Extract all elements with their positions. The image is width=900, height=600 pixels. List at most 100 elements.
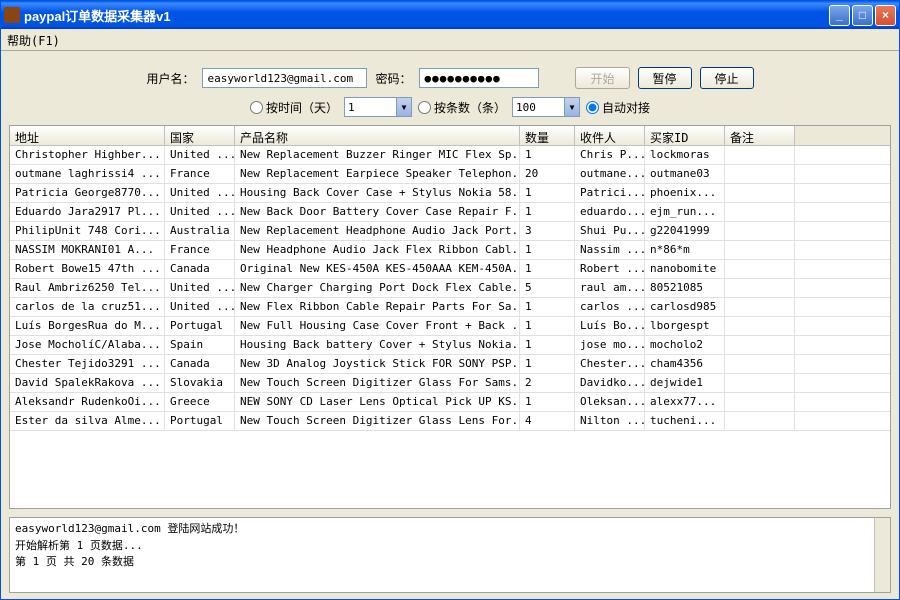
table-row[interactable]: Aleksandr RudenkoOi...GreeceNEW SONY CD … bbox=[10, 393, 890, 412]
table-cell: Ester da silva Alme... bbox=[10, 412, 165, 430]
table-row[interactable]: Patricia George8770...United ...Housing … bbox=[10, 184, 890, 203]
pause-button[interactable]: 暂停 bbox=[638, 67, 692, 89]
table-cell: dejwide1 bbox=[645, 374, 725, 392]
scrollbar[interactable] bbox=[874, 518, 890, 592]
table-cell: 1 bbox=[520, 184, 575, 202]
log-panel: easyworld123@gmail.com 登陆网站成功！ 开始解析第 1 页… bbox=[9, 517, 891, 593]
table-cell bbox=[725, 393, 795, 411]
table-cell bbox=[725, 241, 795, 259]
table-cell bbox=[725, 203, 795, 221]
table-cell: raul am... bbox=[575, 279, 645, 297]
table-row[interactable]: Chester Tejido3291 ...CanadaNew 3D Analo… bbox=[10, 355, 890, 374]
table-row[interactable]: Raul Ambriz6250 Tel...United ...New Char… bbox=[10, 279, 890, 298]
table-cell: France bbox=[165, 241, 235, 259]
table-body: Christopher Highber...United ...New Repl… bbox=[10, 146, 890, 508]
username-input[interactable] bbox=[202, 68, 367, 88]
table-cell: 1 bbox=[520, 146, 575, 164]
table-cell bbox=[725, 222, 795, 240]
maximize-button[interactable]: □ bbox=[852, 5, 873, 26]
content-area: 用户名： 密码： ●●●●●●●●●● 开始 暂停 停止 按时间（天） 1▼ 按… bbox=[1, 51, 899, 599]
column-header[interactable]: 国家 bbox=[165, 126, 235, 145]
table-cell: New 3D Analog Joystick Stick FOR SONY PS… bbox=[235, 355, 520, 373]
menu-help[interactable]: 帮助(F1) bbox=[7, 34, 60, 48]
table-cell: eduardo... bbox=[575, 203, 645, 221]
column-header[interactable]: 收件人 bbox=[575, 126, 645, 145]
column-header[interactable]: 地址 bbox=[10, 126, 165, 145]
table-row[interactable]: Christopher Highber...United ...New Repl… bbox=[10, 146, 890, 165]
time-select[interactable]: 1▼ bbox=[344, 97, 412, 117]
auto-radio[interactable]: 自动对接 bbox=[586, 99, 650, 116]
table-cell: carlos ... bbox=[575, 298, 645, 316]
stop-button[interactable]: 停止 bbox=[700, 67, 754, 89]
table-cell: n*86*m bbox=[645, 241, 725, 259]
table-cell: 1 bbox=[520, 260, 575, 278]
column-header[interactable]: 数量 bbox=[520, 126, 575, 145]
table-cell bbox=[725, 260, 795, 278]
column-header[interactable]: 备注 bbox=[725, 126, 795, 145]
table-cell: phoenix... bbox=[645, 184, 725, 202]
table-row[interactable]: Eduardo Jara2917 Pl...United ...New Back… bbox=[10, 203, 890, 222]
table-row[interactable]: Jose MocholíC/Alaba...SpainHousing Back … bbox=[10, 336, 890, 355]
table-cell: Patricia George8770... bbox=[10, 184, 165, 202]
table-header: 地址国家产品名称数量收件人买家ID备注 bbox=[10, 126, 890, 146]
table-cell: New Charger Charging Port Dock Flex Cabl… bbox=[235, 279, 520, 297]
minimize-button[interactable]: _ bbox=[829, 5, 850, 26]
by-time-radio[interactable]: 按时间（天） bbox=[250, 99, 338, 116]
table-row[interactable]: Ester da silva Alme...PortugalNew Touch … bbox=[10, 412, 890, 431]
by-count-radio[interactable]: 按条数（条） bbox=[418, 99, 506, 116]
table-cell bbox=[725, 279, 795, 297]
table-cell: Chester Tejido3291 ... bbox=[10, 355, 165, 373]
table-cell: Nilton ... bbox=[575, 412, 645, 430]
table-cell: Shui Pu... bbox=[575, 222, 645, 240]
table-cell: 1 bbox=[520, 393, 575, 411]
table-cell: tucheni... bbox=[645, 412, 725, 430]
table-cell: Australia bbox=[165, 222, 235, 240]
table-cell: alexx77... bbox=[645, 393, 725, 411]
count-select[interactable]: 100▼ bbox=[512, 97, 580, 117]
table-cell: New Replacement Headphone Audio Jack Por… bbox=[235, 222, 520, 240]
table-row[interactable]: David SpalekRakova ...SlovakiaNew Touch … bbox=[10, 374, 890, 393]
table-cell: 5 bbox=[520, 279, 575, 297]
table-cell: cham4356 bbox=[645, 355, 725, 373]
table-row[interactable]: carlos de la cruz51...United ...New Flex… bbox=[10, 298, 890, 317]
app-window: paypal订单数据采集器v1 _ □ × 帮助(F1) 用户名： 密码： ●●… bbox=[0, 0, 900, 600]
table-cell: PhilipUnit 748 Cori... bbox=[10, 222, 165, 240]
log-line: 第 1 页 共 20 条数据 bbox=[15, 554, 874, 571]
menubar: 帮助(F1) bbox=[1, 29, 899, 51]
table-cell: NASSIM MOKRANI01 A... bbox=[10, 241, 165, 259]
table-cell: Luís Bo... bbox=[575, 317, 645, 335]
table-cell: 1 bbox=[520, 203, 575, 221]
table-row[interactable]: outmane laghrissi4 ...FranceNew Replacem… bbox=[10, 165, 890, 184]
data-table: 地址国家产品名称数量收件人买家ID备注 Christopher Highber.… bbox=[9, 125, 891, 509]
chevron-down-icon: ▼ bbox=[396, 98, 411, 116]
window-buttons: _ □ × bbox=[829, 5, 896, 26]
close-button[interactable]: × bbox=[875, 5, 896, 26]
table-cell: Aleksandr RudenkoOi... bbox=[10, 393, 165, 411]
table-cell bbox=[725, 146, 795, 164]
table-cell: mocholo2 bbox=[645, 336, 725, 354]
table-cell: United ... bbox=[165, 184, 235, 202]
table-cell: Raul Ambriz6250 Tel... bbox=[10, 279, 165, 297]
table-cell: outmane... bbox=[575, 165, 645, 183]
column-header[interactable]: 产品名称 bbox=[235, 126, 520, 145]
table-cell: Nassim ... bbox=[575, 241, 645, 259]
table-cell: 2 bbox=[520, 374, 575, 392]
log-line: 开始解析第 1 页数据... bbox=[15, 538, 874, 555]
titlebar: paypal订单数据采集器v1 _ □ × bbox=[1, 1, 899, 29]
table-cell: carlos de la cruz51... bbox=[10, 298, 165, 316]
table-cell: New Full Housing Case Cover Front + Back… bbox=[235, 317, 520, 335]
table-row[interactable]: NASSIM MOKRANI01 A...FranceNew Headphone… bbox=[10, 241, 890, 260]
table-cell: Canada bbox=[165, 260, 235, 278]
table-cell: New Touch Screen Digitizer Glass Lens Fo… bbox=[235, 412, 520, 430]
table-cell: Original New KES-450A KES-450AAA KEM-450… bbox=[235, 260, 520, 278]
table-row[interactable]: PhilipUnit 748 Cori...AustraliaNew Repla… bbox=[10, 222, 890, 241]
table-cell: Patrici... bbox=[575, 184, 645, 202]
table-cell: lockmoras bbox=[645, 146, 725, 164]
table-cell: 3 bbox=[520, 222, 575, 240]
password-input[interactable]: ●●●●●●●●●● bbox=[419, 68, 539, 88]
column-header[interactable]: 买家ID bbox=[645, 126, 725, 145]
table-row[interactable]: Robert Bowe15 47th ...CanadaOriginal New… bbox=[10, 260, 890, 279]
table-cell: New Touch Screen Digitizer Glass For Sam… bbox=[235, 374, 520, 392]
table-row[interactable]: Luís BorgesRua do M...PortugalNew Full H… bbox=[10, 317, 890, 336]
start-button[interactable]: 开始 bbox=[575, 67, 629, 89]
